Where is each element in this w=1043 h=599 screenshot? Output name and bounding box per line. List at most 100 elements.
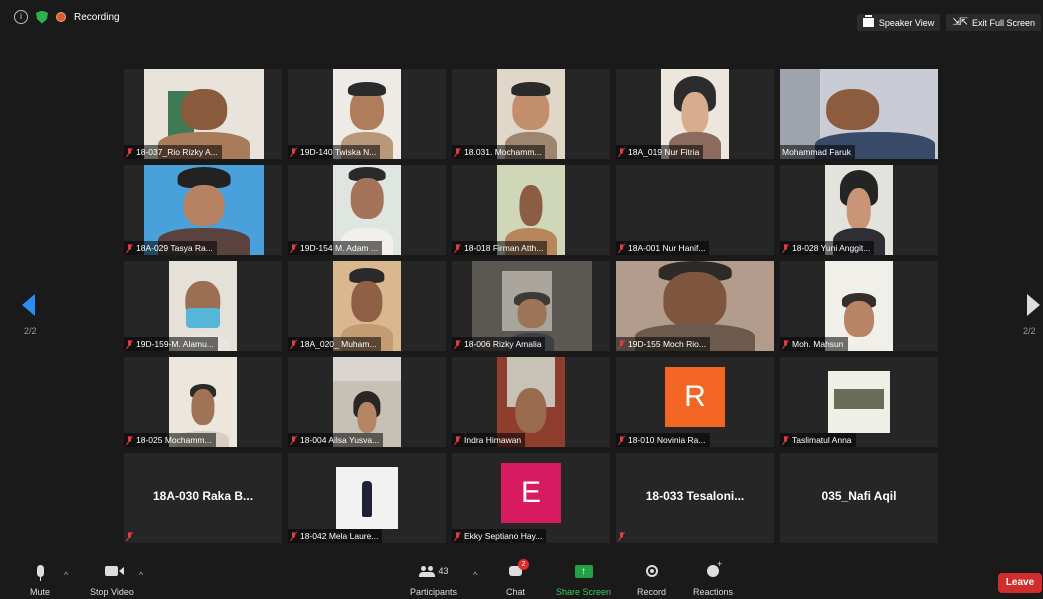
exit-full-screen-label: Exit Full Screen (971, 17, 1035, 28)
speaker-view-icon (862, 15, 874, 27)
participant-tile[interactable]: 18A_020_ Muham... (288, 261, 446, 351)
participant-name-tag: 18A_019 Nur Fitria (616, 145, 704, 159)
participant-name-tag: 18-042 Mela Laure... (288, 529, 383, 543)
participant-tile[interactable]: 18.031. Mochamm... (452, 69, 610, 159)
mic-muted-icon (782, 435, 789, 445)
participant-tile[interactable]: 18-025 Mochamm... (124, 357, 282, 447)
participant-name-tag: 18-010 Novinia Ra... (616, 433, 710, 447)
info-icon[interactable]: i (14, 10, 28, 24)
audio-options-chevron-up-icon[interactable]: ^ (64, 570, 68, 580)
participant-tile[interactable]: 18A-001 Nur Hanif... (616, 165, 774, 255)
participant-name: 18-037_Rio Rizky A... (136, 147, 218, 157)
mic-muted-icon (782, 243, 789, 253)
meeting-status: i Recording (14, 10, 120, 24)
mute-button[interactable]: Mute (30, 562, 50, 597)
video-options-chevron-up-icon[interactable]: ^ (139, 570, 143, 580)
participants-button[interactable]: 43 Participants (410, 562, 457, 597)
participant-tile[interactable]: 19D-140 Twiska N... (288, 69, 446, 159)
participant-tile[interactable]: 18A_019 Nur Fitria (616, 69, 774, 159)
participant-name-tag: 18-018 Firman Atth... (452, 241, 548, 255)
exit-full-screen-button[interactable]: ⇲⇱ Exit Full Screen (946, 14, 1041, 31)
mic-muted-icon (290, 147, 297, 157)
participant-tile[interactable]: 18-028 Yuni Anggit... (780, 165, 938, 255)
exit-fullscreen-icon: ⇲⇱ (952, 17, 968, 28)
mic-muted-icon (454, 435, 461, 445)
participant-name: 18.031. Mochamm... (464, 147, 542, 157)
participant-tile[interactable]: 19D-155 Moch Rio... (616, 261, 774, 351)
recording-dot-icon (56, 12, 66, 22)
speaker-view-button[interactable]: Speaker View (856, 14, 941, 31)
reactions-button[interactable]: Reactions (693, 559, 733, 597)
participant-tile[interactable]: 18-006 Rizky Amalia (452, 261, 610, 351)
participant-tile[interactable]: 18-037_Rio Rizky A... (124, 69, 282, 159)
participant-name-tag: 18.031. Mochamm... (452, 145, 546, 159)
view-controls: Speaker View ⇲⇱ Exit Full Screen (856, 14, 1041, 31)
mic-muted-icon (454, 147, 461, 157)
participant-name-tag: 18-028 Yuni Anggit... (780, 241, 875, 255)
participant-name-tag: 18-004 Ailsa Yusva... (288, 433, 384, 447)
participant-tile[interactable]: 035_Nafi Aqil (780, 453, 938, 543)
participant-tile[interactable]: E Ekky Septiano Hay... (452, 453, 610, 543)
record-button[interactable]: Record (637, 562, 666, 597)
participant-name-tag: Mohammad Faruk (780, 145, 855, 159)
participant-tile[interactable]: 18A-029 Tasya Ra... (124, 165, 282, 255)
mic-muted-icon (126, 531, 133, 541)
participant-name-tag: 18-025 Mochamm... (124, 433, 216, 447)
participant-tile[interactable]: 18-042 Mela Laure... (288, 453, 446, 543)
participants-options-chevron-up-icon[interactable]: ^ (473, 570, 477, 580)
participant-name-tag: 18A-029 Tasya Ra... (124, 241, 217, 255)
mic-muted-icon (618, 243, 625, 253)
participant-tile[interactable]: 18A-030 Raka B... (124, 453, 282, 543)
participant-name-tag: 18-037_Rio Rizky A... (124, 145, 222, 159)
shield-icon[interactable] (36, 10, 48, 24)
mic-muted-icon (290, 435, 297, 445)
participant-name-tag (616, 529, 629, 543)
participant-video (336, 467, 398, 529)
stop-video-button[interactable]: Stop Video (90, 562, 134, 597)
participant-tile[interactable]: 18-018 Firman Atth... (452, 165, 610, 255)
participant-avatar: R (665, 367, 725, 427)
chat-button[interactable]: 2 Chat (506, 559, 529, 597)
participant-name: Moh. Mahsun (792, 339, 844, 349)
participant-name: 19D-154 M. Adam ... (300, 243, 378, 253)
mute-label: Mute (30, 587, 51, 597)
participant-tile[interactable]: 19D-154 M. Adam ... (288, 165, 446, 255)
participant-tile[interactable]: 19D-159-M. Alamu... (124, 261, 282, 351)
mic-muted-icon (618, 339, 625, 349)
participant-tile[interactable]: R 18-010 Novinia Ra... (616, 357, 774, 447)
participant-name: Ekky Septiano Hay... (464, 531, 543, 541)
participant-tile[interactable]: Moh. Mahsun (780, 261, 938, 351)
arrow-right-icon[interactable] (1027, 294, 1040, 316)
participant-name: 18-006 Rizky Amalia (464, 339, 542, 349)
participant-name-tag: 18-006 Rizky Amalia (452, 337, 546, 351)
participant-tile[interactable]: 18-033 Tesaloni... (616, 453, 774, 543)
mic-muted-icon (126, 435, 133, 445)
share-screen-button[interactable]: ↑ Share Screen (556, 562, 611, 597)
mic-muted-icon (126, 243, 133, 253)
page-indicator-left: 2/2 (24, 326, 37, 336)
participant-name: 18A-001 Nur Hanif... (628, 243, 706, 253)
participant-name: 18-028 Yuni Anggit... (792, 243, 871, 253)
mic-muted-icon (290, 339, 297, 349)
stop-video-label: Stop Video (90, 587, 134, 597)
mic-muted-icon (782, 339, 789, 349)
arrow-left-icon[interactable] (22, 294, 35, 316)
meeting-toolbar: Mute ^ Stop Video ^ 43 Participants ^ 2 … (0, 559, 1043, 599)
participant-tile[interactable]: Mohammad Faruk (780, 69, 938, 159)
participant-tile[interactable]: 18-004 Ailsa Yusva... (288, 357, 446, 447)
participant-name-large: 18A-030 Raka B... (152, 489, 254, 503)
mic-muted-icon (618, 147, 625, 157)
mic-muted-icon (454, 531, 461, 541)
participant-video (828, 371, 890, 433)
participant-name: 19D-155 Moch Rio... (628, 339, 706, 349)
mic-muted-icon (454, 339, 461, 349)
participant-tile[interactable]: Taslimatul Anna (780, 357, 938, 447)
participant-name: 18-042 Mela Laure... (300, 531, 379, 541)
share-screen-label: Share Screen (556, 587, 612, 597)
chat-icon: 2 (509, 559, 529, 576)
participant-tile[interactable]: Indra Himawan (452, 357, 610, 447)
leave-button[interactable]: Leave (998, 573, 1042, 593)
participant-name-tag: 18A_020_ Muham... (288, 337, 381, 351)
participant-name-tag: 19D-140 Twiska N... (288, 145, 381, 159)
mic-icon (36, 565, 44, 581)
